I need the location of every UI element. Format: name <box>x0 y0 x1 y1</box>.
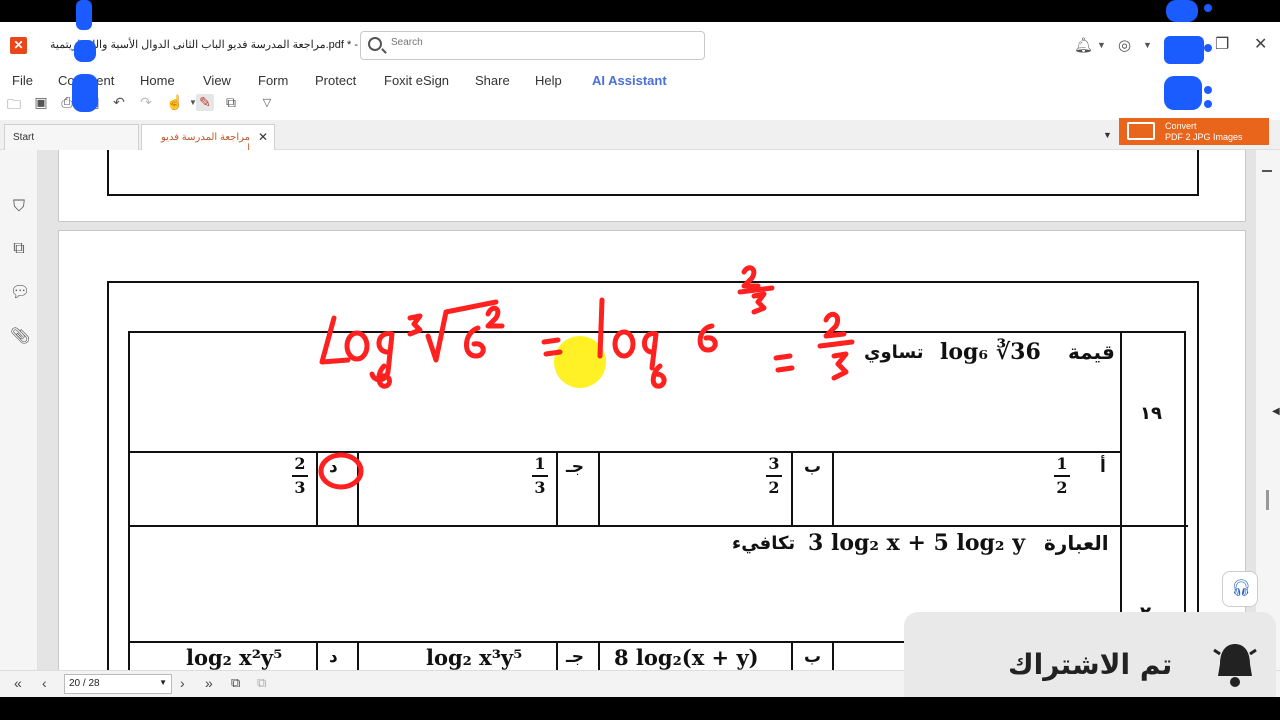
q20-option-d-letter: د <box>329 647 338 667</box>
question-19-prefix: قيمة <box>1068 340 1115 364</box>
menu-share[interactable]: Share <box>475 73 510 88</box>
menu-form[interactable]: Form <box>258 73 288 88</box>
menu-comment[interactable]: Comment <box>58 73 114 88</box>
search-input[interactable] <box>391 37 691 48</box>
tab-list-dropdown-icon[interactable]: ▼ <box>1103 130 1112 140</box>
scroll-up-icon[interactable] <box>1262 170 1272 180</box>
page-number-field[interactable]: 20 / 28 ▼ <box>64 674 172 694</box>
convert-pdf-jpg-button[interactable]: Convert PDF 2 JPG Images <box>1119 118 1269 145</box>
menu-help[interactable]: Help <box>535 73 562 88</box>
first-page-icon[interactable]: « <box>14 675 22 691</box>
pen-icon[interactable]: ✎ <box>196 94 214 111</box>
option-b-letter: ب <box>804 457 822 477</box>
letterbox-top <box>0 0 1280 22</box>
q20-option-d-value: log₂ x²y⁵ <box>186 645 283 670</box>
menu-foxit-esign[interactable]: Foxit eSign <box>384 73 449 88</box>
previous-page <box>58 150 1246 222</box>
expand-right-panel-icon[interactable]: ◀ <box>1272 406 1280 417</box>
next-page-icon[interactable]: › <box>180 675 185 691</box>
print-icon[interactable]: ⎙ <box>58 94 76 111</box>
document-title: مراجعة المدرسة فديو الباب الثانى الدوال … <box>50 39 371 51</box>
question-19-number: ١٩ <box>1140 403 1162 424</box>
support-headset-button[interactable]: 🎧︎ <box>1222 571 1258 607</box>
close-window-icon[interactable]: ✕ <box>1254 34 1267 54</box>
foxit-window: ✕ مراجعة المدرسة فديو الباب الثانى الدوا… <box>0 22 1280 697</box>
menu-protect[interactable]: Protect <box>315 73 356 88</box>
option-a-value: 12 <box>1052 453 1072 499</box>
image-icon <box>1127 122 1155 140</box>
question-19-expression: log₆ ∛36 <box>940 339 1041 365</box>
tab-document[interactable]: مراجعة المدرسة فديو ا... ✕ <box>141 124 275 154</box>
bell-icon[interactable]: 🔔︎ <box>1074 36 1093 54</box>
convert-line1: Convert <box>1165 121 1197 131</box>
menu-view[interactable]: View <box>203 73 231 88</box>
page-number-value: 20 / 28 <box>69 678 100 689</box>
last-page-icon[interactable]: » <box>205 675 213 691</box>
close-tab-icon[interactable]: ✕ <box>258 130 268 144</box>
menu-home[interactable]: Home <box>140 73 175 88</box>
open-folder-icon[interactable]: 🗀 <box>5 94 23 118</box>
account-icon[interactable]: ◎ <box>1118 36 1131 54</box>
question-20-suffix: تكافيء <box>732 533 796 554</box>
q20-option-b-letter: ب <box>804 647 822 667</box>
option-c-value: 13 <box>530 453 550 499</box>
chevron-down-icon: ▼ <box>159 678 167 687</box>
restore-window-icon[interactable]: ❐ <box>1215 34 1229 54</box>
hand-tool-icon[interactable]: ☝ <box>166 94 184 111</box>
customize-toolbar-icon[interactable]: ▽ <box>258 96 276 109</box>
menu-file[interactable]: File <box>12 73 33 88</box>
option-a-letter: أ <box>1100 457 1106 477</box>
page-icon[interactable]: ▤ <box>84 94 102 111</box>
tab-start-label: Start <box>13 132 35 143</box>
undo-icon[interactable]: ↶ <box>110 94 128 111</box>
chevron-down-icon[interactable]: ▼ <box>1097 40 1106 50</box>
facing-page-view-icon[interactable]: ⧉ <box>257 675 266 691</box>
document-view: ١٩ قيمة log₆ ∛36 تساوي أ 12 ب 32 جـ 13 د <box>38 150 1256 670</box>
option-d-letter: د <box>329 457 338 477</box>
option-c-letter: جـ <box>566 457 585 477</box>
notification-bell-icon <box>1213 644 1257 687</box>
q20-option-c-letter: جـ <box>566 647 585 667</box>
tab-bar: Start مراجعة المدرسة فديو ا... ✕ <box>0 120 1280 154</box>
menu-bar: File Comment Home View Form Protect Foxi… <box>0 68 1280 92</box>
search-icon <box>368 37 382 51</box>
save-icon[interactable]: ▣ <box>32 94 50 111</box>
q20-option-c-value: log₂ x³y⁵ <box>426 645 523 670</box>
question-20-expression: 3 log₂ x + 5 log₂ y <box>808 530 1026 556</box>
quick-toolbar: 🗀 ▣ ⎙ ▤ ↶ ↷ ☝ ▼ ✎ ⧉ ▽ <box>0 92 1280 116</box>
comments-icon[interactable]: 💬︎ <box>10 282 30 302</box>
question-20-prefix: العبارة <box>1044 531 1109 555</box>
current-page: ١٩ قيمة log₆ ∛36 تساوي أ 12 ب 32 جـ 13 د <box>58 230 1246 670</box>
tab-start[interactable]: Start <box>4 124 139 150</box>
notification-text: تم الاشتراك <box>1008 648 1173 681</box>
foxit-logo-icon: ✕ <box>10 37 27 54</box>
option-b-value: 32 <box>764 453 784 499</box>
chevron-down-icon[interactable]: ▼ <box>1143 40 1152 50</box>
title-bar: ✕ مراجعة المدرسة فديو الباب الثانى الدوا… <box>0 22 1280 68</box>
option-d-value: 23 <box>290 453 310 499</box>
attachment-icon[interactable]: 📎︎ <box>10 326 30 346</box>
scroll-thumb[interactable] <box>1266 490 1269 510</box>
search-box[interactable] <box>360 31 705 60</box>
bookmark-icon[interactable]: ⛉ <box>10 198 28 216</box>
q20-option-b-value: 8 log₂(x + y) <box>614 645 759 670</box>
pages-icon[interactable]: ⧉ <box>10 240 28 258</box>
menu-ai-assistant[interactable]: AI Assistant <box>592 73 667 88</box>
question-19-suffix: تساوي <box>864 342 924 363</box>
redo-icon[interactable]: ↷ <box>137 94 155 111</box>
headset-icon: 🎧︎ <box>1231 580 1252 597</box>
previous-page-icon[interactable]: ‹ <box>42 675 47 691</box>
letterbox-bottom <box>0 697 1280 720</box>
left-sidebar: ⛉ ⧉ 💬︎ 📎︎ <box>0 150 38 670</box>
single-page-view-icon[interactable]: ⧉ <box>231 675 240 691</box>
export-icon[interactable]: ⧉ <box>222 94 240 111</box>
convert-line2: PDF 2 JPG Images <box>1165 132 1243 142</box>
